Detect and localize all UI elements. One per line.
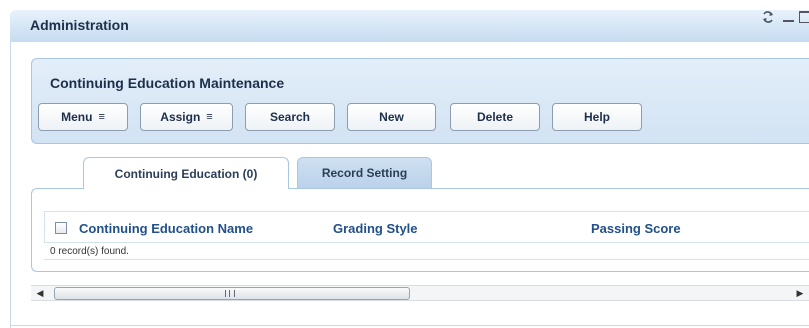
- horizontal-scrollbar[interactable]: ◀ ▶: [31, 285, 809, 301]
- panel-bottom-border: [10, 325, 809, 326]
- scroll-left-icon[interactable]: ◀: [33, 288, 47, 299]
- delete-button[interactable]: Delete: [450, 103, 540, 131]
- tab-record-setting-label: Record Setting: [321, 166, 408, 180]
- assign-dropdown-icon: ≡: [206, 110, 213, 123]
- menu-dropdown-icon: ≡: [98, 110, 105, 123]
- new-button-label: New: [379, 110, 404, 124]
- maintenance-title: Continuing Education Maintenance: [50, 75, 285, 91]
- scroll-grip-icon: [225, 290, 235, 297]
- menu-button-label: Menu: [61, 110, 93, 124]
- search-button[interactable]: Search: [245, 103, 335, 131]
- tab-record-setting[interactable]: Record Setting: [297, 157, 432, 188]
- minimize-icon[interactable]: [783, 10, 795, 24]
- tab-continuing-education-label: Continuing Education (0): [114, 166, 258, 181]
- grid-container: Continuing Education Name Grading Style …: [31, 188, 809, 272]
- column-header-name[interactable]: Continuing Education Name: [79, 221, 253, 236]
- delete-button-label: Delete: [476, 110, 514, 124]
- column-header-passing-score[interactable]: Passing Score: [591, 221, 681, 236]
- assign-button-label: Assign: [160, 110, 201, 124]
- maximize-icon[interactable]: [799, 11, 809, 23]
- grid-divider: [44, 259, 809, 260]
- scroll-right-icon[interactable]: ▶: [793, 288, 807, 299]
- record-count: 0 record(s) found.: [50, 246, 129, 257]
- administration-panel: Continuing Education Maintenance Menu ≡ …: [10, 42, 809, 328]
- scroll-thumb[interactable]: [54, 287, 410, 300]
- assign-button[interactable]: Assign ≡: [140, 103, 233, 131]
- maintenance-toolbar: Continuing Education Maintenance Menu ≡ …: [31, 58, 809, 144]
- new-button[interactable]: New: [347, 103, 436, 131]
- menu-button[interactable]: Menu ≡: [38, 103, 128, 131]
- refresh-icon[interactable]: [761, 10, 775, 24]
- window-titlebar: Administration: [10, 10, 809, 42]
- help-button[interactable]: Help: [552, 103, 642, 131]
- select-all-checkbox[interactable]: [55, 222, 67, 234]
- column-header-grading-style[interactable]: Grading Style: [333, 221, 418, 236]
- window-controls: [761, 10, 809, 24]
- grid-header: Continuing Education Name Grading Style …: [44, 211, 809, 243]
- search-button-label: Search: [269, 110, 311, 124]
- help-button-label: Help: [583, 110, 610, 124]
- window-title: Administration: [30, 17, 129, 33]
- tab-continuing-education[interactable]: Continuing Education (0): [83, 157, 289, 189]
